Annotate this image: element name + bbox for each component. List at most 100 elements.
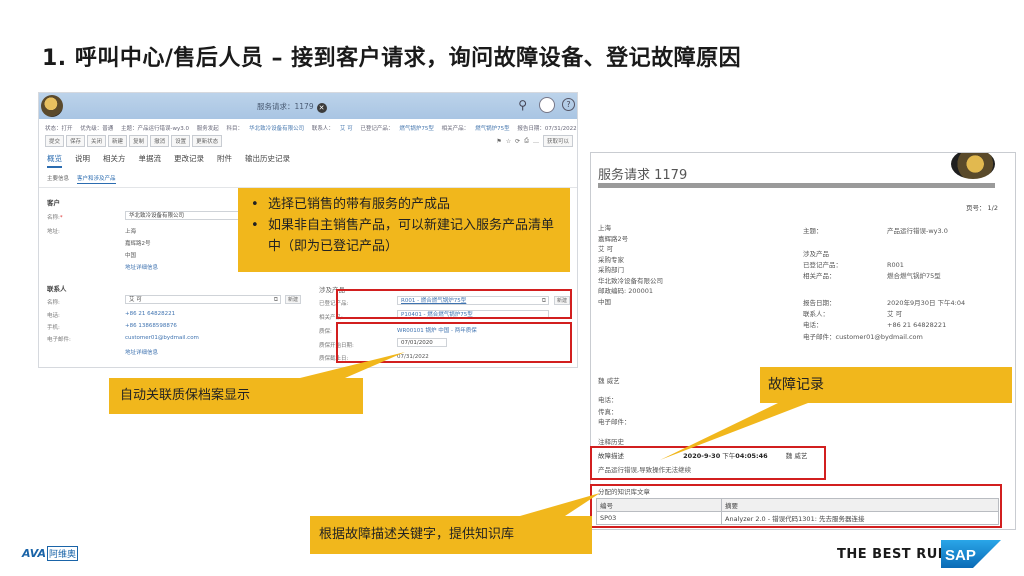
highlight-box-fault-note <box>590 446 826 480</box>
email-label: 电子邮件： <box>803 333 836 341</box>
address-line: 采购专家 <box>598 255 624 264</box>
report-related-product: 相关产品： 燃合燃气锅炉75型 <box>803 270 941 280</box>
meta-contact-link[interactable]: 艾 可 <box>340 126 353 132</box>
tab-description[interactable]: 说明 <box>75 153 90 168</box>
callout-fault-record: 故障记录 <box>760 367 1012 403</box>
report-contact: 联系人： 艾 可 <box>803 308 902 318</box>
customer-section-title: 客户 <box>47 199 60 207</box>
crm-title-text: 服务请求：1179 <box>257 102 314 111</box>
subject-label: 主题： <box>803 227 823 235</box>
settings-button[interactable]: 设置 <box>171 135 191 147</box>
tab-change-log[interactable]: 更改记录 <box>174 153 204 168</box>
close-icon[interactable]: ✕ <box>316 103 327 113</box>
date-value: 2020年9月30日 下午4:04 <box>887 299 966 307</box>
customer-name-label: 名称:* <box>47 213 63 221</box>
flag-icon[interactable]: ⚑ <box>496 138 501 145</box>
contact-new-button[interactable]: 新建 <box>285 295 302 304</box>
ava-logo-text: 阿维奥 <box>47 545 79 561</box>
report-agent-email-label: 电子邮件： <box>598 418 631 426</box>
report-phone: 电话： +86 21 64828221 <box>803 319 946 329</box>
close-button[interactable]: 关闭 <box>87 135 107 147</box>
search-icon[interactable]: ⚲ <box>518 98 527 112</box>
email-value: customer01@bydmail.com <box>835 333 923 341</box>
report-subject: 主题： 产品运行错误-wy3.0 <box>803 225 948 235</box>
meta-account-link[interactable]: 华北致冷设备有限公司 <box>249 126 304 132</box>
meta-product-label: 已登记产品： <box>360 126 394 132</box>
meta-priority: 优先级：普通 <box>80 126 114 132</box>
callout-knowledge-base: 根据故障描述关键字，提供知识库 <box>310 516 592 554</box>
contact-section-title: 联系人 <box>47 285 67 293</box>
tab-document-flow[interactable]: 单据流 <box>139 153 162 168</box>
crm-toolbar: 提交 保存 关闭 新建 复制 撤消 设置 更新状态 <box>45 135 223 147</box>
contact-name-field[interactable]: 艾 可 ⧉ <box>125 295 281 304</box>
callout-product-tips: 选择已销售的带有服务的产成品 如果非自主销售产品，可以新建记入服务产品清单中（即… <box>238 188 570 272</box>
tab-output-history[interactable]: 输出历史记录 <box>245 153 290 168</box>
report-page-number: 页号： 1/2 <box>965 204 998 212</box>
tab-overview[interactable]: 概览 <box>47 153 62 168</box>
callout-tip-item: 选择已销售的带有服务的产成品 <box>248 194 560 215</box>
crm-toolbar-right: ⚑ ☆ ⟳ ⎙ … 获取可以 <box>496 135 573 147</box>
report-header-bar <box>598 183 995 188</box>
report-date: 报告日期： 2020年9月30日 下午4:04 <box>803 297 965 307</box>
ava-logo-mark: AVA <box>22 546 47 560</box>
customer-name-value: 华北致冷设备有限公司 <box>129 213 185 219</box>
undo-button[interactable]: 撤消 <box>150 135 170 147</box>
report-agent-fax-label: 传真： <box>598 408 618 416</box>
report-notes-heading: 注释历史 <box>598 438 624 446</box>
contact-value: 艾 可 <box>887 310 903 318</box>
highlight-box-products <box>336 289 572 319</box>
avatar[interactable] <box>539 97 555 113</box>
warranty-label: 质保: <box>319 329 332 335</box>
more-icon[interactable]: … <box>533 138 539 145</box>
customer-address-line-1: 上海 <box>125 229 137 235</box>
customer-name-label-text: 名称: <box>47 215 60 221</box>
contact-label: 联系人： <box>803 310 829 318</box>
company-logo-icon <box>41 95 63 117</box>
related-label: 相关产品： <box>803 272 836 280</box>
highlight-box-warranty <box>336 322 572 363</box>
submit-button[interactable]: 提交 <box>45 135 65 147</box>
address-line: 嘉辉路2号 <box>598 234 629 243</box>
tab-attachments[interactable]: 附件 <box>217 153 232 168</box>
contact-detail-link[interactable]: 地址详细信息 <box>125 348 158 356</box>
crm-window-title: 服务请求：1179 ✕ <box>257 101 327 113</box>
customer-address-line-3: 中国 <box>125 253 137 259</box>
new-button[interactable]: 新建 <box>108 135 128 147</box>
meta-related-link[interactable]: 燃气锅炉75型 <box>475 126 510 132</box>
copy-button[interactable]: 复制 <box>129 135 149 147</box>
save-button[interactable]: 保存 <box>66 135 86 147</box>
star-icon[interactable]: ☆ <box>506 138 511 145</box>
contact-name-value: 艾 可 <box>129 297 142 303</box>
subtab-customer-products[interactable]: 客户和涉及产品 <box>77 174 116 184</box>
crm-tabs: 概览 说明 相关方 单据流 更改记录 附件 输出历史记录 <box>47 153 290 168</box>
contact-phone-value[interactable]: +86 21 64828221 <box>125 311 175 317</box>
contact-name-label: 名称: <box>47 300 60 306</box>
customer-address-label: 地址: <box>47 229 60 235</box>
contact-mobile-value[interactable]: +86 13868598876 <box>125 323 177 329</box>
get-button[interactable]: 获取可以 <box>542 135 573 147</box>
company-logo-icon <box>951 153 995 179</box>
report-agent-phone-label: 电话： <box>598 396 618 404</box>
update-status-button[interactable]: 更新状态 <box>192 135 223 147</box>
help-icon[interactable]: ? <box>562 98 575 111</box>
print-icon[interactable]: ⎙ <box>524 137 529 145</box>
subtab-main-info[interactable]: 主要信息 <box>47 174 69 184</box>
report-email: 电子邮件：customer01@bydmail.com <box>803 331 923 341</box>
required-mark: * <box>59 215 63 221</box>
contact-mobile-label: 手机: <box>47 325 60 331</box>
copy-icon[interactable]: ⧉ <box>274 296 278 304</box>
customer-address-detail-link[interactable]: 地址详细信息 <box>125 263 158 271</box>
report-agent-name: 魏 威艺 <box>598 377 620 385</box>
tab-parties[interactable]: 相关方 <box>103 153 126 168</box>
crm-header-meta: 状态：打开 优先级：普通 主题：产品运行错误-wy3.0 服务发起 科目： 华北致… <box>45 124 577 132</box>
pointer-kb <box>520 493 600 516</box>
address-line: 采购部门 <box>598 266 624 274</box>
address-line: 中国 <box>598 297 611 306</box>
contact-email-value[interactable]: customer01@bydmail.com <box>125 335 199 341</box>
customer-name-field[interactable]: 华北致冷设备有限公司 <box>125 211 241 220</box>
refresh-icon[interactable]: ⟳ <box>515 138 520 145</box>
meta-reporter: 服务发起 <box>196 126 219 132</box>
meta-product-link[interactable]: 燃气锅炉75型 <box>399 126 434 132</box>
meta-subject: 主题：产品运行错误-wy3.0 <box>121 126 190 132</box>
meta-status: 状态：打开 <box>45 126 73 132</box>
